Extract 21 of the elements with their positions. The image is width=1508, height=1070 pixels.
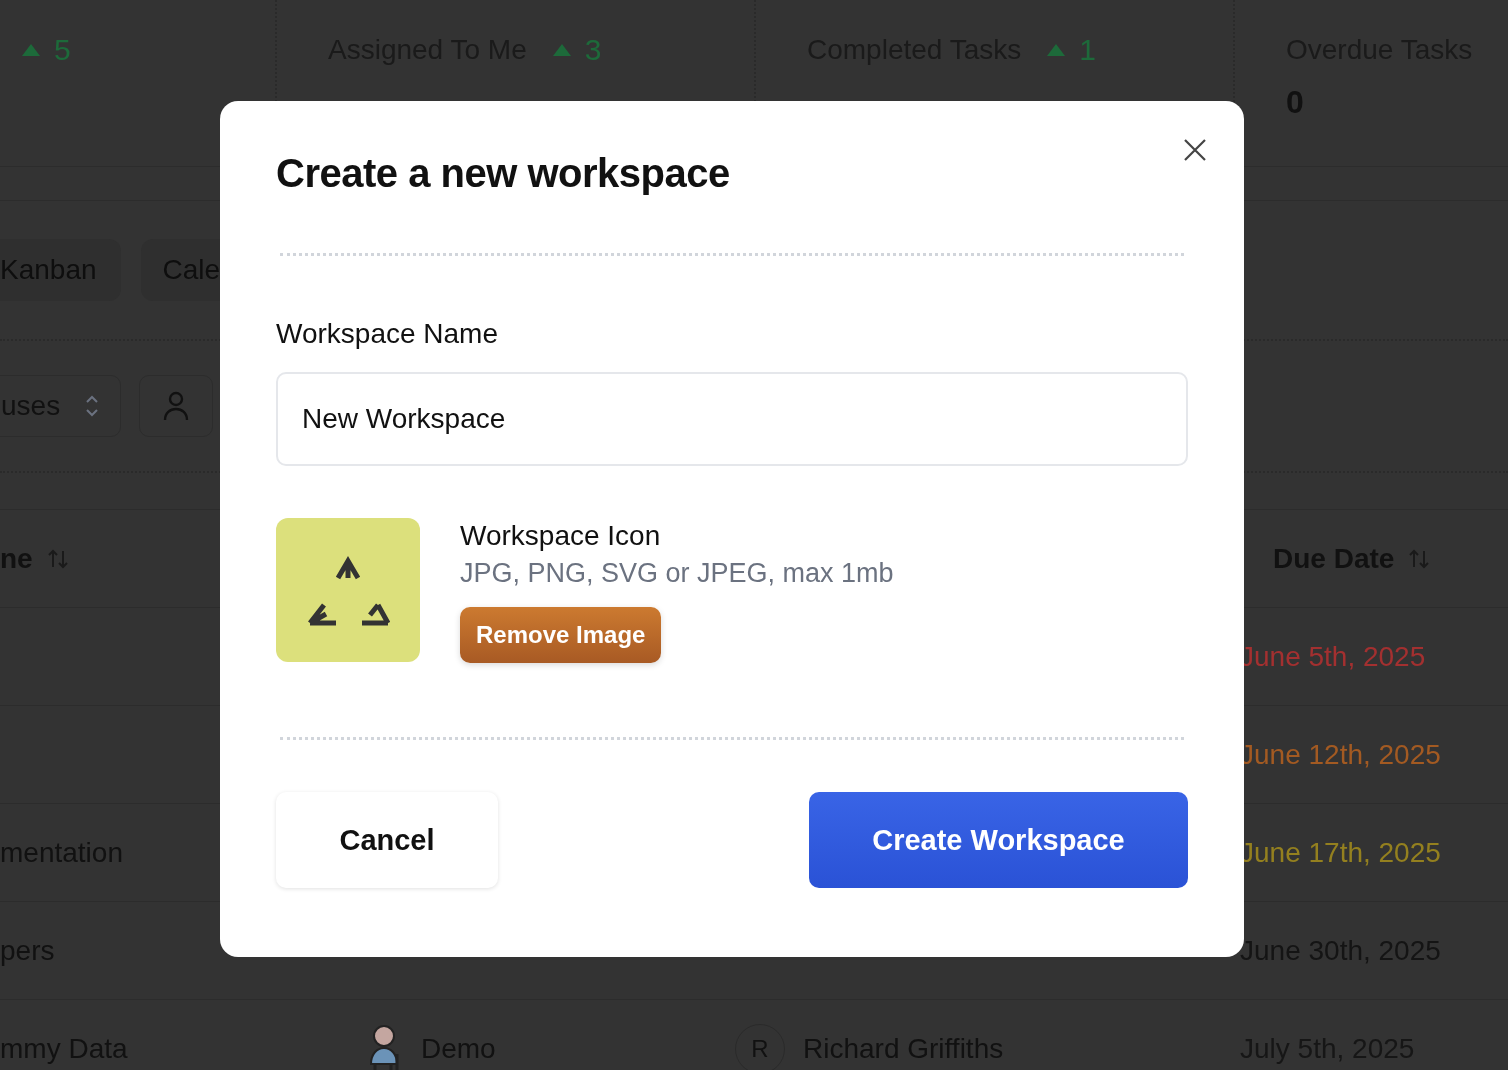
sort-icon <box>46 547 69 570</box>
cancel-button[interactable]: Cancel <box>276 792 498 888</box>
close-button[interactable] <box>1182 137 1208 163</box>
person-icon <box>163 391 190 421</box>
field-label: Workspace Name <box>276 318 499 350</box>
sort-icon <box>1408 547 1431 570</box>
remove-image-button[interactable]: Remove Image <box>460 607 662 663</box>
up-triangle-icon <box>1047 44 1066 56</box>
due-date: June 5th, 2025 <box>1240 640 1427 673</box>
up-triangle-icon <box>22 44 40 56</box>
file-hint: JPG, PNG, SVG or JPEG, max 1mb <box>460 558 894 589</box>
close-icon <box>1182 137 1208 163</box>
icon-label: Workspace Icon <box>460 520 661 552</box>
due-date: June 12th, 2025 <box>1240 738 1442 771</box>
arrows-logo-icon <box>306 554 390 626</box>
create-workspace-button[interactable]: Create Workspace <box>809 792 1188 888</box>
workspace-name-input[interactable]: New Workspace <box>276 372 1188 466</box>
due-date: June 17th, 2025 <box>1240 836 1442 869</box>
dialog-title: Create a new workspace <box>276 151 731 197</box>
up-triangle-icon <box>552 44 571 56</box>
chevrons-icon <box>84 394 101 418</box>
